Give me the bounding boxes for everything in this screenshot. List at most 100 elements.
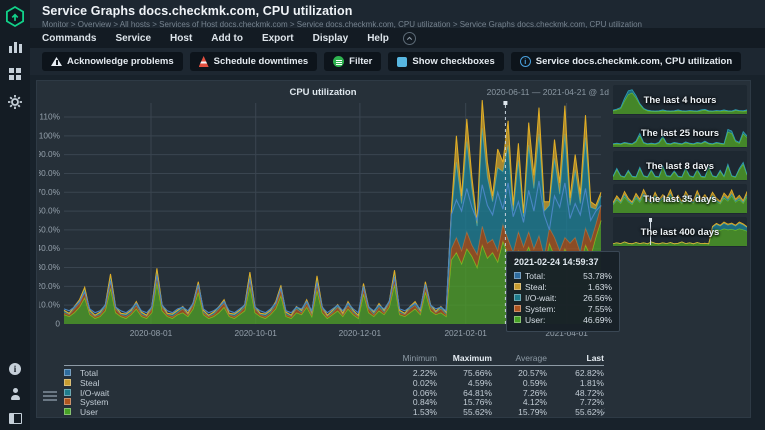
series-color-swatch (64, 389, 71, 396)
y-axis-label: 70.0% (39, 187, 61, 197)
column-header-minimum: Minimum (367, 353, 437, 366)
preview-the-last-400-days[interactable]: The last 400 days (613, 217, 747, 247)
info-circle-icon (520, 56, 531, 67)
show-checkboxes-button[interactable]: Show checkboxes (388, 52, 503, 71)
graphs-panel: CPU utilization 2020-06-11 — 2021-04-21 … (36, 80, 751, 418)
avg-value: 7.26% (492, 388, 547, 398)
info-icon[interactable] (9, 363, 21, 375)
y-axis-label: 50.0% (39, 224, 61, 234)
acknowledge-problems-button[interactable]: Acknowledge problems (42, 52, 183, 71)
y-axis-label: 20.0% (39, 281, 61, 291)
tooltip-rows: Total:53.78%Steal:1.63%I/O-wait:26.56%Sy… (514, 270, 612, 325)
legend-row-system: System0.84%15.76%4.12%7.72% (64, 397, 604, 407)
menu-item-commands[interactable]: Commands (42, 33, 96, 44)
setup-gear-icon[interactable] (8, 95, 22, 109)
checkbox-icon (397, 57, 407, 67)
y-axis-label: 60.0% (39, 206, 61, 216)
series-name: System: (525, 304, 573, 314)
series-value: 1.63% (573, 282, 612, 292)
avg-value: 4.12% (492, 397, 547, 407)
preview-the-last-35-days[interactable]: The last 35 days (613, 184, 747, 214)
series-color-swatch (64, 398, 71, 405)
legend-table-header: MinimumMaximumAverageLast (64, 353, 604, 366)
menu-item-add-to[interactable]: Add to (211, 33, 243, 44)
swatch-cell (64, 397, 80, 407)
series-color-swatch (64, 369, 71, 376)
swatch-cell (64, 407, 80, 417)
menu-item-service[interactable]: Service (115, 33, 151, 44)
series-name: System (80, 397, 367, 407)
preview-the-last-4-hours[interactable]: The last 4 hours (613, 85, 747, 115)
chevron-up-icon (405, 34, 414, 43)
sidebar (0, 0, 30, 430)
x-axis-label: 2020-12-01 (339, 328, 382, 338)
checkmk-logo[interactable] (5, 6, 25, 27)
monitoring-icon[interactable] (9, 41, 22, 53)
y-axis-label: 110% (39, 112, 60, 122)
series-name: I/O-wait (80, 388, 367, 398)
preview-label: The last 25 hours (613, 118, 747, 148)
menubar-collapse-button[interactable] (403, 32, 416, 45)
tooltip-row-system: System:7.55% (514, 303, 612, 314)
menubar-items: Commands Service Host Add to Export Display He… (42, 33, 389, 44)
tooltip-row-steal: Steal:1.63% (514, 281, 612, 292)
preview-label: The last 400 days (613, 217, 747, 247)
series-value: 7.55% (573, 304, 612, 314)
legend-row-steal: Steal0.02%4.59%0.59%1.81% (64, 378, 604, 388)
avg-value: 15.79% (492, 407, 547, 417)
preview-label: The last 8 days (613, 151, 747, 181)
series-color-swatch (64, 379, 71, 386)
button-label: Acknowledge problems (67, 56, 174, 67)
x-axis-label: 2020-08-01 (130, 328, 173, 338)
filter-button[interactable]: Filter (324, 52, 381, 71)
sidebar-toggle-icon[interactable] (9, 413, 22, 424)
warning-triangle-icon (51, 57, 62, 66)
series-name: Total: (525, 271, 573, 281)
chart-tooltip: 2021-02-24 14:59:37 Total:53.78%Steal:1.… (506, 251, 620, 332)
button-label: Service docs.checkmk.com, CPU utilizatio… (536, 56, 732, 67)
drag-handle-icon[interactable] (43, 391, 57, 401)
menu-item-help[interactable]: Help (367, 33, 389, 44)
button-label: Schedule downtimes (214, 56, 309, 67)
topbar: Service Graphs docs.checkmk.com, CPU uti… (30, 0, 765, 28)
last-value: 1.81% (547, 378, 604, 388)
series-name: Steal: (525, 282, 573, 292)
series-color-swatch (64, 408, 71, 415)
graph-time-range: 2020-06-11 — 2021-04-21 @ 1d (397, 87, 609, 97)
menu-item-display[interactable]: Display (313, 33, 349, 44)
y-axis-label: 80.0% (39, 168, 61, 178)
max-value: 15.76% (437, 397, 492, 407)
avg-value: 0.59% (492, 378, 547, 388)
legend-table: MinimumMaximumAverageLastTotal2.22%75.66… (64, 353, 604, 417)
series-name: Total (80, 368, 367, 378)
column-header-last: Last (547, 353, 604, 366)
menu-item-host[interactable]: Host (170, 33, 192, 44)
crosshair-pin-icon (503, 101, 507, 105)
series-name: User: (525, 315, 573, 325)
avg-value: 20.57% (492, 368, 547, 378)
y-axis-label: 100% (39, 130, 61, 140)
customize-icon[interactable] (9, 68, 21, 80)
button-label: Filter (349, 56, 372, 67)
app-window: Service Graphs docs.checkmk.com, CPU uti… (0, 0, 765, 430)
user-icon[interactable] (9, 388, 21, 400)
preview-the-last-25-hours[interactable]: The last 25 hours (613, 118, 747, 148)
column-header-maximum: Maximum (437, 353, 492, 366)
preview-the-last-8-days[interactable]: The last 8 days (613, 151, 747, 181)
page-title: Service Graphs docs.checkmk.com, CPU uti… (42, 4, 765, 18)
swatch-cell (64, 388, 80, 398)
schedule-downtimes-button[interactable]: Schedule downtimes (190, 52, 318, 71)
tooltip-timestamp: 2021-02-24 14:59:37 (514, 257, 612, 267)
x-axis-label: 2020-10-01 (234, 328, 277, 338)
max-value: 64.81% (437, 388, 492, 398)
series-name: Steal (80, 378, 367, 388)
y-axis-label: 0 (55, 319, 60, 329)
y-axis-label: 30.0% (39, 262, 61, 272)
menu-item-export[interactable]: Export (262, 33, 294, 44)
min-value: 0.02% (367, 378, 437, 388)
tooltip-row-total: Total:53.78% (514, 270, 612, 281)
min-value: 1.53% (367, 407, 437, 417)
x-axis-label: 2021-02-01 (444, 328, 487, 338)
service-docs-checkmk-com-cpu-utilization-button[interactable]: Service docs.checkmk.com, CPU utilizatio… (511, 52, 741, 71)
preview-label: The last 4 hours (613, 85, 747, 115)
